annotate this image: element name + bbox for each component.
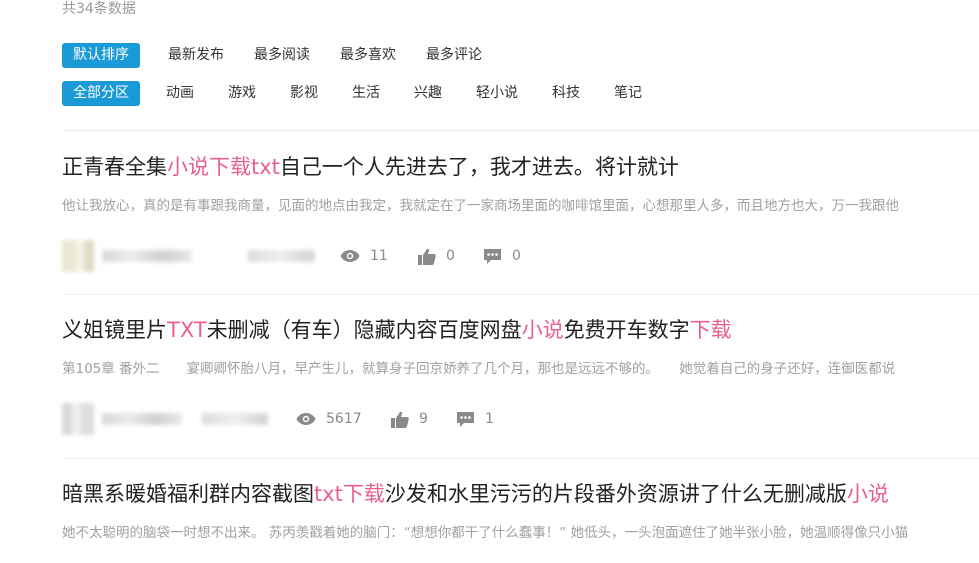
category-tab-tech[interactable]: 科技 [552,81,580,106]
article-item: 正青春全集小说下载txt自己一个人先进去了，我才进去。将计就计 他让我放心，真的… [62,152,979,274]
title-text: 正青春全集 [62,155,167,179]
comment-icon [457,411,474,427]
article-item: 义姐镜里片TXT未删减（有车）隐藏内容百度网盘小说免费开车数字下载 第105章 … [62,315,979,437]
article-meta: 5617 9 1 [62,403,979,437]
comments-count: 1 [485,411,494,427]
category-tab-all[interactable]: 全部分区 [62,81,140,106]
article-item: 暗黑系暖婚福利群内容截图txt下载沙发和水里污污的片段番外资源讲了什么无删减版小… [62,479,979,543]
thumbs-up-icon [391,411,409,428]
likes-count: 0 [446,248,455,264]
title-text: 义姐镜里片 [62,318,167,342]
sort-tab-most-comments[interactable]: 最多评论 [426,43,482,68]
category-tab-film[interactable]: 影视 [290,81,318,106]
category-tab-game[interactable]: 游戏 [228,81,256,106]
category-tab-life[interactable]: 生活 [352,81,380,106]
category-tabs: 全部分区 动画 游戏 影视 生活 兴趣 轻小说 科技 笔记 [62,81,676,106]
category-tab-interest[interactable]: 兴趣 [414,81,442,106]
eye-icon [296,413,316,425]
author-name-blurred[interactable] [102,413,182,425]
sort-tab-latest[interactable]: 最新发布 [168,43,224,68]
title-text: 未删减（有车）隐藏内容百度网盘 [206,318,522,342]
title-text: 暗黑系暖婚福利群内容截图 [62,482,314,506]
comments-count: 0 [512,248,521,264]
views-stat: 5617 [296,409,362,429]
author-avatar[interactable] [62,403,94,435]
title-highlight: TXT [167,318,207,342]
author-name-blurred[interactable] [102,250,192,262]
sort-tab-most-read[interactable]: 最多阅读 [254,43,310,68]
sort-tabs: 默认排序 最新发布 最多阅读 最多喜欢 最多评论 [62,43,512,68]
likes-count: 9 [419,411,428,427]
sort-tab-default[interactable]: 默认排序 [62,43,140,68]
title-highlight: 小说 [846,482,889,506]
publish-date-blurred [202,413,268,425]
views-count: 5617 [326,411,362,427]
views-count: 11 [370,248,388,264]
category-tab-notes[interactable]: 笔记 [614,81,642,106]
category-tab-animation[interactable]: 动画 [166,81,194,106]
article-excerpt: 第105章 番外二 宴卿卿怀胎八月，早产生儿，就算身子回京娇养了几个月，那也是远… [62,361,896,377]
total-count: 共34条数据 [62,1,136,17]
title-text: 沙发和水里污污的片段番外资源讲了什么无删减版 [384,482,847,506]
filter-divider [62,130,979,131]
article-title[interactable]: 义姐镜里片TXT未删减（有车）隐藏内容百度网盘小说免费开车数字下载 [62,315,979,345]
views-stat: 11 [340,246,388,266]
article-excerpt: 她不太聪明的脑袋一时想不出来。 苏丙羡戳着她的脑门：“想想你都干了什么蠢事！” … [62,525,909,541]
publish-date-blurred [248,250,314,262]
author-avatar[interactable] [62,240,94,272]
sort-tab-most-liked[interactable]: 最多喜欢 [340,43,396,68]
article-title[interactable]: 暗黑系暖婚福利群内容截图txt下载沙发和水里污污的片段番外资源讲了什么无删减版小… [62,479,979,509]
article-divider [62,294,979,295]
likes-stat[interactable]: 0 [418,246,455,266]
title-text: 自己一个人先进去了，我才进去。将计就计 [279,155,679,179]
title-highlight: 小说下载txt [167,155,280,179]
article-divider [62,458,979,459]
eye-icon [340,250,360,262]
category-tab-light-novel[interactable]: 轻小说 [476,81,518,106]
title-text: 免费开车数字 [563,318,690,342]
article-title[interactable]: 正青春全集小说下载txt自己一个人先进去了，我才进去。将计就计 [62,152,979,182]
article-excerpt: 他让我放心，真的是有事跟我商量，见面的地点由我定，我就定在了一家商场里面的咖啡馆… [62,198,899,214]
comment-icon [484,248,501,264]
comments-stat[interactable]: 1 [456,409,494,429]
title-highlight: 小说 [521,318,564,342]
thumbs-up-icon [418,248,436,265]
comments-stat[interactable]: 0 [483,246,521,266]
likes-stat[interactable]: 9 [391,409,428,429]
title-highlight: 下载 [689,318,732,342]
article-meta: 11 0 0 [62,240,979,274]
title-highlight: txt下载 [314,482,385,506]
